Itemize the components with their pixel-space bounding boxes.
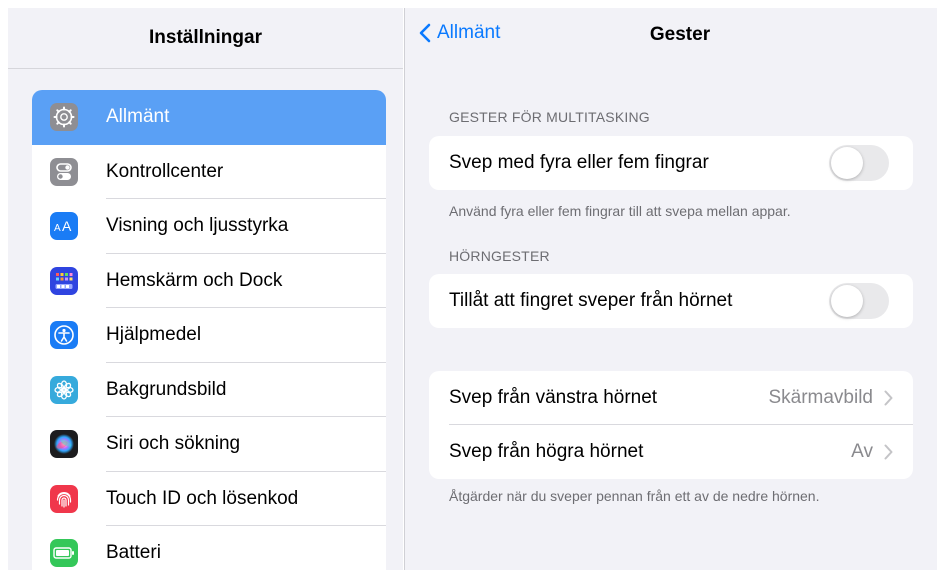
allow-corner-row: Tillåt att fingret sveper från hörnet: [429, 274, 913, 328]
toggle-knob: [831, 147, 863, 179]
sidebar-title: Inställningar: [8, 8, 403, 69]
sidebar-item-control-center[interactable]: Kontrollcenter: [32, 144, 386, 199]
sidebar-item-label: Batteri: [106, 542, 161, 564]
sidebar-item-label: Siri och sökning: [106, 433, 241, 455]
sidebar-item-label: Touch ID och lösenkod: [106, 487, 299, 509]
right-corner-value: Av: [851, 441, 873, 462]
accessibility-icon: [50, 321, 78, 350]
flower-icon: [50, 375, 78, 404]
battery-icon: [50, 539, 78, 568]
allow-corner-label: Tillåt att fingret sveper från hörnet: [449, 290, 733, 311]
back-button[interactable]: Allmänt: [419, 22, 500, 44]
multitasking-section-header: GESTER FÖR MULTITASKING: [449, 109, 650, 125]
switches-icon: [50, 157, 78, 186]
sidebar-item-siri-search[interactable]: Siri och sökning: [32, 417, 386, 472]
settings-sidebar: Inställningar Allmänt Kontrollcenter A A…: [8, 8, 403, 570]
four-five-fingers-row: Svep med fyra eller fem fingrar: [429, 136, 913, 190]
four-five-fingers-label: Svep med fyra eller fem fingrar: [449, 152, 709, 173]
multitasking-footer: Använd fyra eller fem fingrar till att s…: [449, 203, 791, 219]
right-corner-row[interactable]: Svep från högra hörnet Av: [429, 425, 913, 479]
toggle-knob: [831, 285, 863, 317]
chevron-left-icon: [419, 23, 431, 43]
corner-gestures-header: HÖRNGESTER: [449, 248, 550, 264]
fingerprint-icon: [50, 484, 78, 513]
svg-text:A: A: [54, 223, 61, 234]
sidebar-item-label: Bakgrundsbild: [106, 378, 227, 400]
settings-list: Allmänt Kontrollcenter A A Visning och l…: [32, 90, 386, 570]
left-corner-value: Skärmavbild: [768, 387, 873, 408]
sidebar-item-accessibility[interactable]: Hjälpmedel: [32, 308, 386, 363]
gear-icon: [50, 103, 78, 132]
sidebar-item-label: Hjälpmedel: [106, 324, 202, 346]
sidebar-item-label: Hemskärm och Dock: [106, 269, 283, 291]
sidebar-item-home-screen-dock[interactable]: Hemskärm och Dock: [32, 253, 386, 308]
allow-corner-toggle[interactable]: [829, 283, 889, 319]
multitasking-card: Svep med fyra eller fem fingrar: [429, 136, 913, 190]
sidebar-item-general[interactable]: Allmänt: [32, 90, 386, 145]
sidebar-item-label: Allmänt: [106, 106, 170, 128]
chevron-right-icon: [884, 444, 893, 460]
sidebar-item-label: Kontrollcenter: [106, 160, 224, 182]
svg-text:A: A: [62, 218, 72, 234]
navigation-bar: Allmänt Gester: [405, 8, 937, 64]
left-corner-label: Svep från vänstra hörnet: [449, 387, 658, 408]
left-corner-row[interactable]: Svep från vänstra hörnet Skärmavbild: [429, 371, 913, 425]
corner-allow-card: Tillåt att fingret sveper från hörnet: [429, 274, 913, 328]
corner-footer: Åtgärder när du sveper pennan från ett a…: [449, 488, 820, 504]
sidebar-item-label: Visning och ljusstyrka: [106, 215, 289, 237]
siri-icon: [50, 430, 78, 459]
sidebar-item-wallpaper[interactable]: Bakgrundsbild: [32, 362, 386, 417]
sidebar-item-touch-id-passcode[interactable]: Touch ID och lösenkod: [32, 471, 386, 526]
corner-actions-card: Svep från vänstra hörnet Skärmavbild Sve…: [429, 371, 913, 479]
text-size-icon: A A: [50, 212, 78, 241]
four-five-fingers-toggle[interactable]: [829, 145, 889, 181]
sidebar-item-display-brightness[interactable]: A A Visning och ljusstyrka: [32, 199, 386, 254]
gestures-detail-pane: Allmänt Gester GESTER FÖR MULTITASKING S…: [404, 8, 937, 570]
back-label: Allmänt: [437, 22, 501, 43]
chevron-right-icon: [884, 390, 893, 406]
sidebar-item-battery[interactable]: Batteri: [32, 526, 386, 570]
app-grid-icon: [50, 266, 78, 295]
page-title-text: Gester: [649, 24, 711, 45]
right-corner-label: Svep från högra hörnet: [449, 441, 644, 462]
